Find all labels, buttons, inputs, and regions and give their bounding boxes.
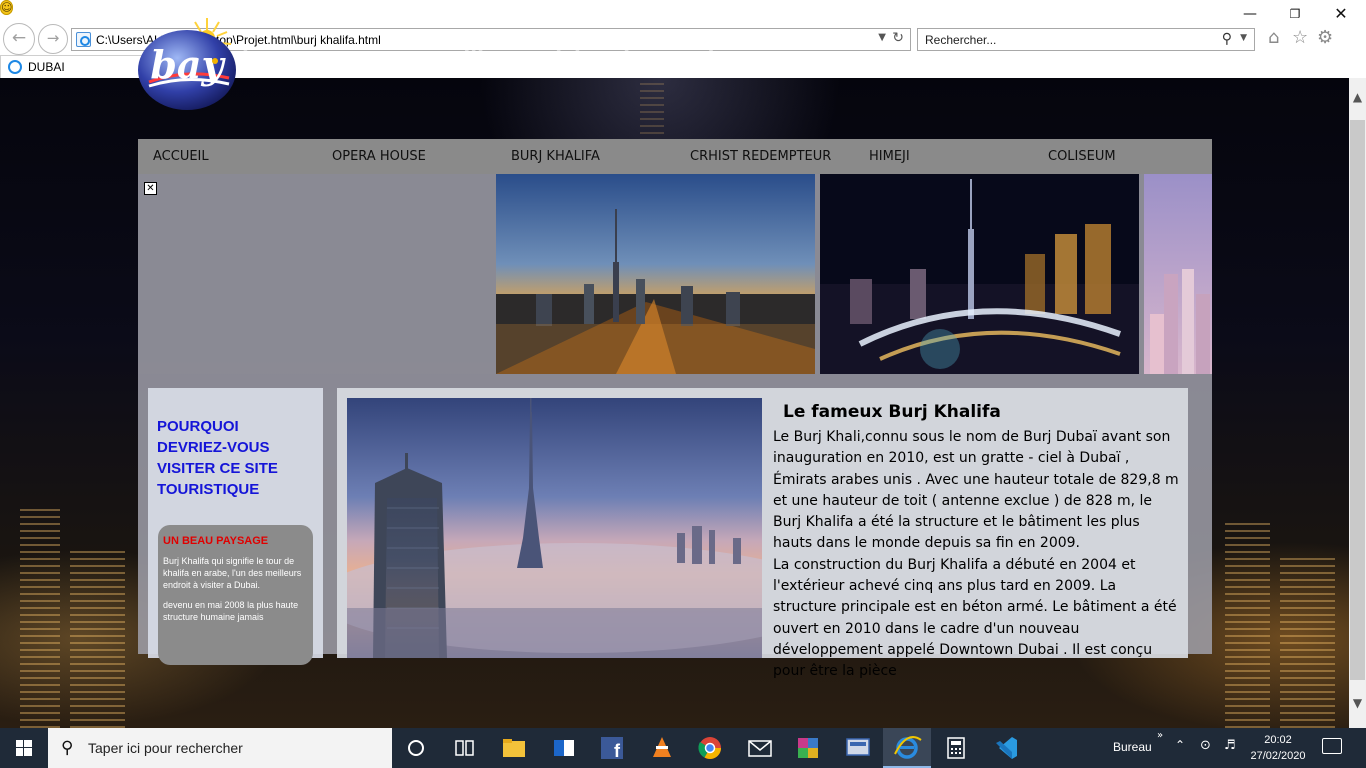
sidebar-heading: POURQUOI DEVRIEZ-VOUS VISITER CE SITE TO… <box>157 418 278 498</box>
winrar-icon[interactable] <box>784 728 832 768</box>
tray-desktop-label[interactable]: Bureau <box>1113 740 1152 754</box>
scroll-thumb[interactable] <box>1350 120 1365 680</box>
network-app-icon[interactable] <box>834 728 882 768</box>
scroll-up-icon[interactable]: ▲ <box>1349 90 1366 104</box>
bay-logo[interactable]: bay <box>137 16 240 111</box>
search-icon: ⚲ <box>61 738 74 758</box>
menu-item-opera-house[interactable]: OPERA HOUSE <box>332 149 426 164</box>
tray-expand-icon[interactable]: » <box>1157 730 1163 741</box>
tab-title: DUBAI <box>28 60 65 74</box>
vertical-scrollbar[interactable]: ▲ ▼ <box>1349 78 1366 728</box>
menu-item-christ-redempteur[interactable]: CRHIST REDEMPTEUR <box>690 149 831 164</box>
main-menu: ACCUEIL OPERA HOUSE BURJ KHALIFA CRHIST … <box>138 139 1212 174</box>
menu-item-accueil[interactable]: ACCUEIL <box>153 149 209 164</box>
outlook-icon[interactable] <box>540 728 588 768</box>
refresh-icon[interactable]: ↻ <box>892 30 904 46</box>
taskbar-search-placeholder[interactable]: Taper ici pour rechercher <box>88 740 243 756</box>
menu-item-burj-khalifa[interactable]: BURJ KHALIFA <box>511 149 600 164</box>
close-button[interactable]: ✕ <box>1330 4 1352 24</box>
broken-image-icon: ✕ <box>144 182 157 195</box>
forward-button[interactable]: → <box>38 24 68 54</box>
clock-date: 27/02/2020 <box>1250 750 1306 762</box>
taskbar-search-box[interactable]: ⚲ Taper ici pour rechercher <box>48 728 392 768</box>
card-text: devenu en mai 2008 la plus haute structu… <box>163 600 299 622</box>
menu-item-coliseum[interactable]: COLISEUM <box>1048 149 1116 164</box>
vlc-icon[interactable] <box>638 728 686 768</box>
file-explorer-icon[interactable] <box>490 728 538 768</box>
internet-explorer-taskbar-icon[interactable] <box>883 728 931 768</box>
city-lights-decoration <box>20 508 60 728</box>
back-button[interactable]: ← <box>3 23 35 55</box>
task-view-icon[interactable] <box>440 728 488 768</box>
card-text: Burj Khalifa qui signifie le tour de kha… <box>163 556 302 590</box>
feedback-smiley-icon[interactable]: ☺ <box>0 0 14 15</box>
search-dropdown-icon[interactable]: ▼ <box>1240 33 1247 43</box>
city-lights-decoration <box>1280 558 1335 728</box>
search-placeholder[interactable]: Rechercher... <box>925 33 996 47</box>
image-gallery: ✕ <box>138 174 1212 374</box>
notifications-icon[interactable] <box>1322 738 1342 754</box>
gallery-photo-pastel-towers[interactable] <box>1144 174 1212 374</box>
chrome-icon[interactable] <box>686 728 734 768</box>
menu-item-himeji[interactable]: HIMEJI <box>869 149 910 164</box>
gallery-photo-night-skyline[interactable] <box>820 174 1139 374</box>
burj-khalifa-photo[interactable] <box>347 398 762 658</box>
gallery-photo-dusk-skyline[interactable] <box>496 174 815 374</box>
arrow-left-icon: ← <box>11 28 27 48</box>
arrow-right-icon: → <box>46 29 60 47</box>
system-clock[interactable]: 20:02 27/02/2020 <box>1248 732 1308 764</box>
windows-logo-icon <box>16 740 32 756</box>
network-icon[interactable]: ⊙ <box>1200 738 1211 753</box>
visual-studio-code-icon[interactable] <box>982 728 1030 768</box>
minimize-button[interactable]: — <box>1239 4 1261 24</box>
search-icon[interactable]: ⚲ <box>1222 31 1232 47</box>
favorites-star-icon[interactable]: ☆ <box>1292 28 1308 48</box>
browser-search-box[interactable]: Rechercher... ⚲ ▼ <box>917 28 1255 51</box>
city-lights-decoration <box>70 548 125 728</box>
article-paragraph-1: Le Burj Khali,connu sous le nom de Burj … <box>773 429 1179 552</box>
clock-time: 20:02 <box>1264 734 1292 746</box>
address-dropdown-icon[interactable]: ▼ <box>878 32 886 43</box>
ie-favicon-icon <box>8 60 22 74</box>
restore-button[interactable]: ❐ <box>1284 4 1306 24</box>
home-icon[interactable]: ⌂ <box>1268 28 1279 48</box>
show-hidden-icons-icon[interactable]: ⌃ <box>1175 738 1185 752</box>
logo-text: bay <box>150 42 226 87</box>
svg-text:f: f <box>614 741 621 761</box>
article-body: Le Burj Khali,connu sous le nom de Burj … <box>773 427 1183 683</box>
calculator-icon[interactable] <box>932 728 980 768</box>
city-lights-decoration <box>1225 518 1270 728</box>
facebook-icon[interactable]: f <box>588 728 636 768</box>
sidebar-card: UN BEAU PAYSAGE Burj Khalifa qui signifi… <box>158 525 313 665</box>
windows-taskbar: ⚲ Taper ici pour rechercher f Bureau » ⌃ <box>0 728 1366 768</box>
gear-icon[interactable]: ⚙ <box>1317 28 1333 48</box>
task-view-button[interactable] <box>392 728 440 768</box>
volume-icon[interactable]: ♬ <box>1224 738 1236 753</box>
page-favicon-icon <box>76 32 91 47</box>
scroll-down-icon[interactable]: ▼ <box>1349 696 1366 710</box>
article-paragraph-2: La construction du Burj Khalifa a débuté… <box>773 556 1177 680</box>
site-title: bay-voyage-une meilleure vision du monde <box>242 47 729 71</box>
start-button[interactable] <box>0 728 48 768</box>
mail-icon[interactable] <box>736 728 784 768</box>
card-title: UN BEAU PAYSAGE <box>163 535 269 547</box>
article-title: Le fameux Burj Khalifa <box>783 402 1001 422</box>
